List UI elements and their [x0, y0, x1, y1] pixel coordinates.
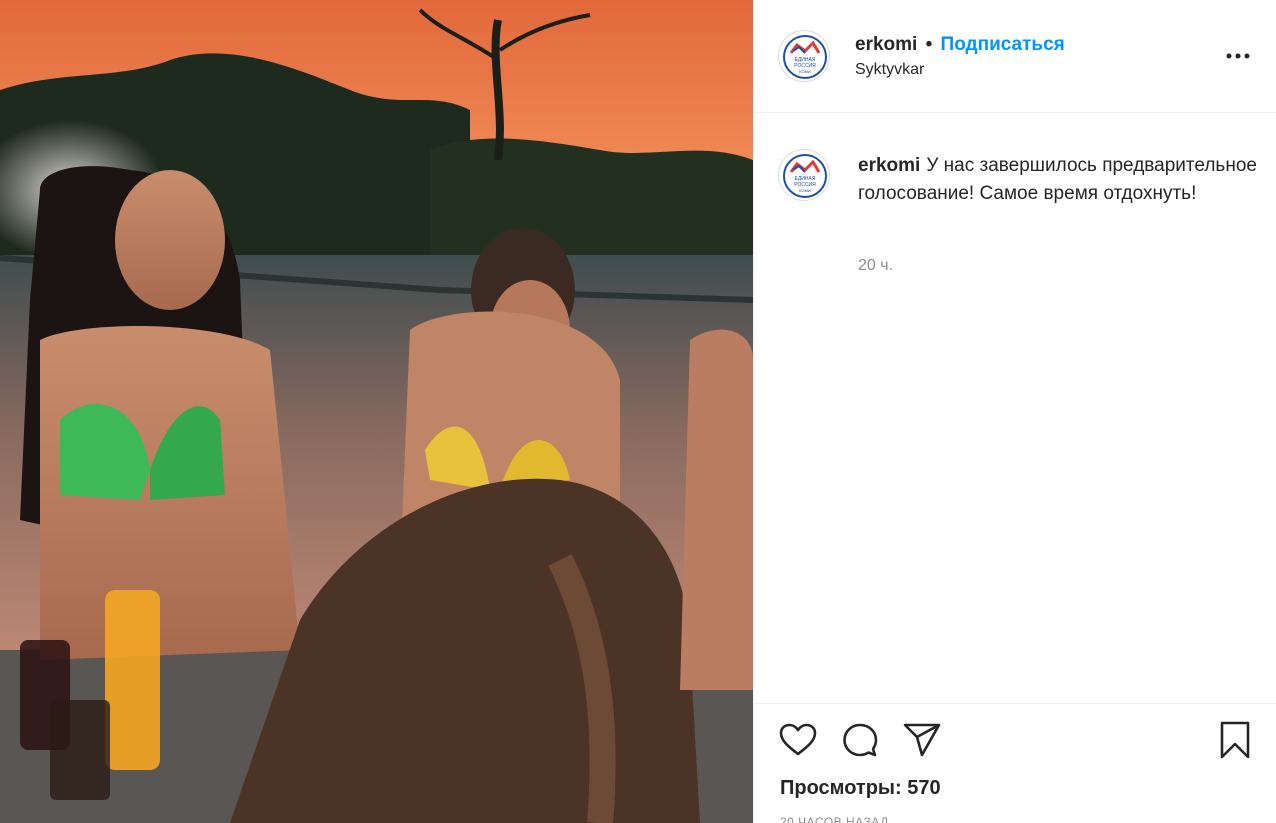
post-age: 20 ЧАСОВ НАЗАД	[780, 815, 889, 823]
action-bar	[778, 720, 942, 760]
more-options-icon[interactable]	[1223, 42, 1253, 70]
avatar[interactable]: ЕДИНАЯ РОССИЯ КОМИ	[778, 149, 830, 201]
follow-button[interactable]: Подписаться	[941, 34, 1065, 55]
username-link[interactable]: erkomi	[855, 34, 917, 55]
avatar[interactable]: ЕДИНАЯ РОССИЯ КОМИ	[778, 30, 830, 82]
caption-timestamp[interactable]: 20 ч.	[858, 257, 893, 275]
party-logo-icon: ЕДИНАЯ РОССИЯ КОМИ	[780, 151, 829, 200]
comment-icon[interactable]	[840, 720, 880, 760]
location-link[interactable]: Syktyvkar	[855, 61, 924, 79]
caption-text-block: erkomi У нас завершилось предварительное …	[858, 152, 1258, 208]
svg-text:КОМИ: КОМИ	[799, 69, 811, 74]
header-title-line: erkomi • Подписаться	[855, 34, 1065, 56]
video-frame-image	[0, 0, 753, 823]
separator-dot: •	[925, 34, 933, 55]
post-media-video[interactable]	[0, 0, 753, 823]
view-count[interactable]: Просмотры: 570	[780, 777, 941, 800]
party-logo-icon: ЕДИНАЯ РОССИЯ КОМИ	[780, 32, 829, 81]
post-actions-section: Просмотры: 570 20 ЧАСОВ НАЗАД	[754, 703, 1276, 823]
svg-text:КОМИ: КОМИ	[799, 188, 811, 193]
heart-icon[interactable]	[778, 720, 818, 760]
post-side-panel: ЕДИНАЯ РОССИЯ КОМИ erkomi • Подписаться …	[753, 0, 1276, 823]
caption-username-link[interactable]: erkomi	[858, 155, 920, 176]
post-header: ЕДИНАЯ РОССИЯ КОМИ erkomi • Подписаться …	[754, 0, 1276, 113]
share-icon[interactable]	[902, 720, 942, 760]
bookmark-icon[interactable]	[1215, 720, 1255, 760]
